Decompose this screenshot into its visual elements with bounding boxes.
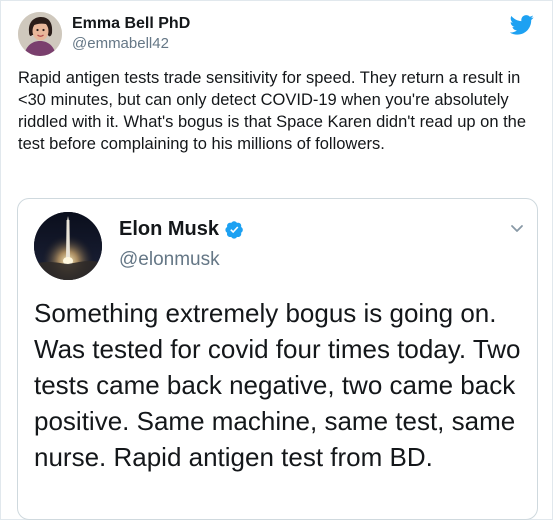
quoted-tweet[interactable]: Elon Musk @elonmusk Something extremely … xyxy=(17,198,538,520)
tweet-card: Emma Bell PhD @emmabell42 Rapid antigen … xyxy=(0,0,553,520)
tweet-text: Rapid antigen tests trade sensitivity fo… xyxy=(18,69,527,153)
chevron-down-icon[interactable] xyxy=(509,220,525,236)
twitter-bird-icon[interactable] xyxy=(509,15,534,35)
quoted-author-handle[interactable]: @elonmusk xyxy=(119,249,220,271)
author-name[interactable]: Emma Bell PhD xyxy=(72,15,190,33)
author-avatar[interactable] xyxy=(18,12,62,56)
verified-badge-icon xyxy=(225,220,244,239)
quoted-author-avatar[interactable] xyxy=(34,212,102,280)
quoted-author-name[interactable]: Elon Musk xyxy=(119,218,219,241)
quoted-tweet-text: Something extremely bogus is going on. W… xyxy=(34,298,521,472)
author-handle[interactable]: @emmabell42 xyxy=(72,35,169,52)
quoted-author-name-row: Elon Musk xyxy=(119,218,244,241)
